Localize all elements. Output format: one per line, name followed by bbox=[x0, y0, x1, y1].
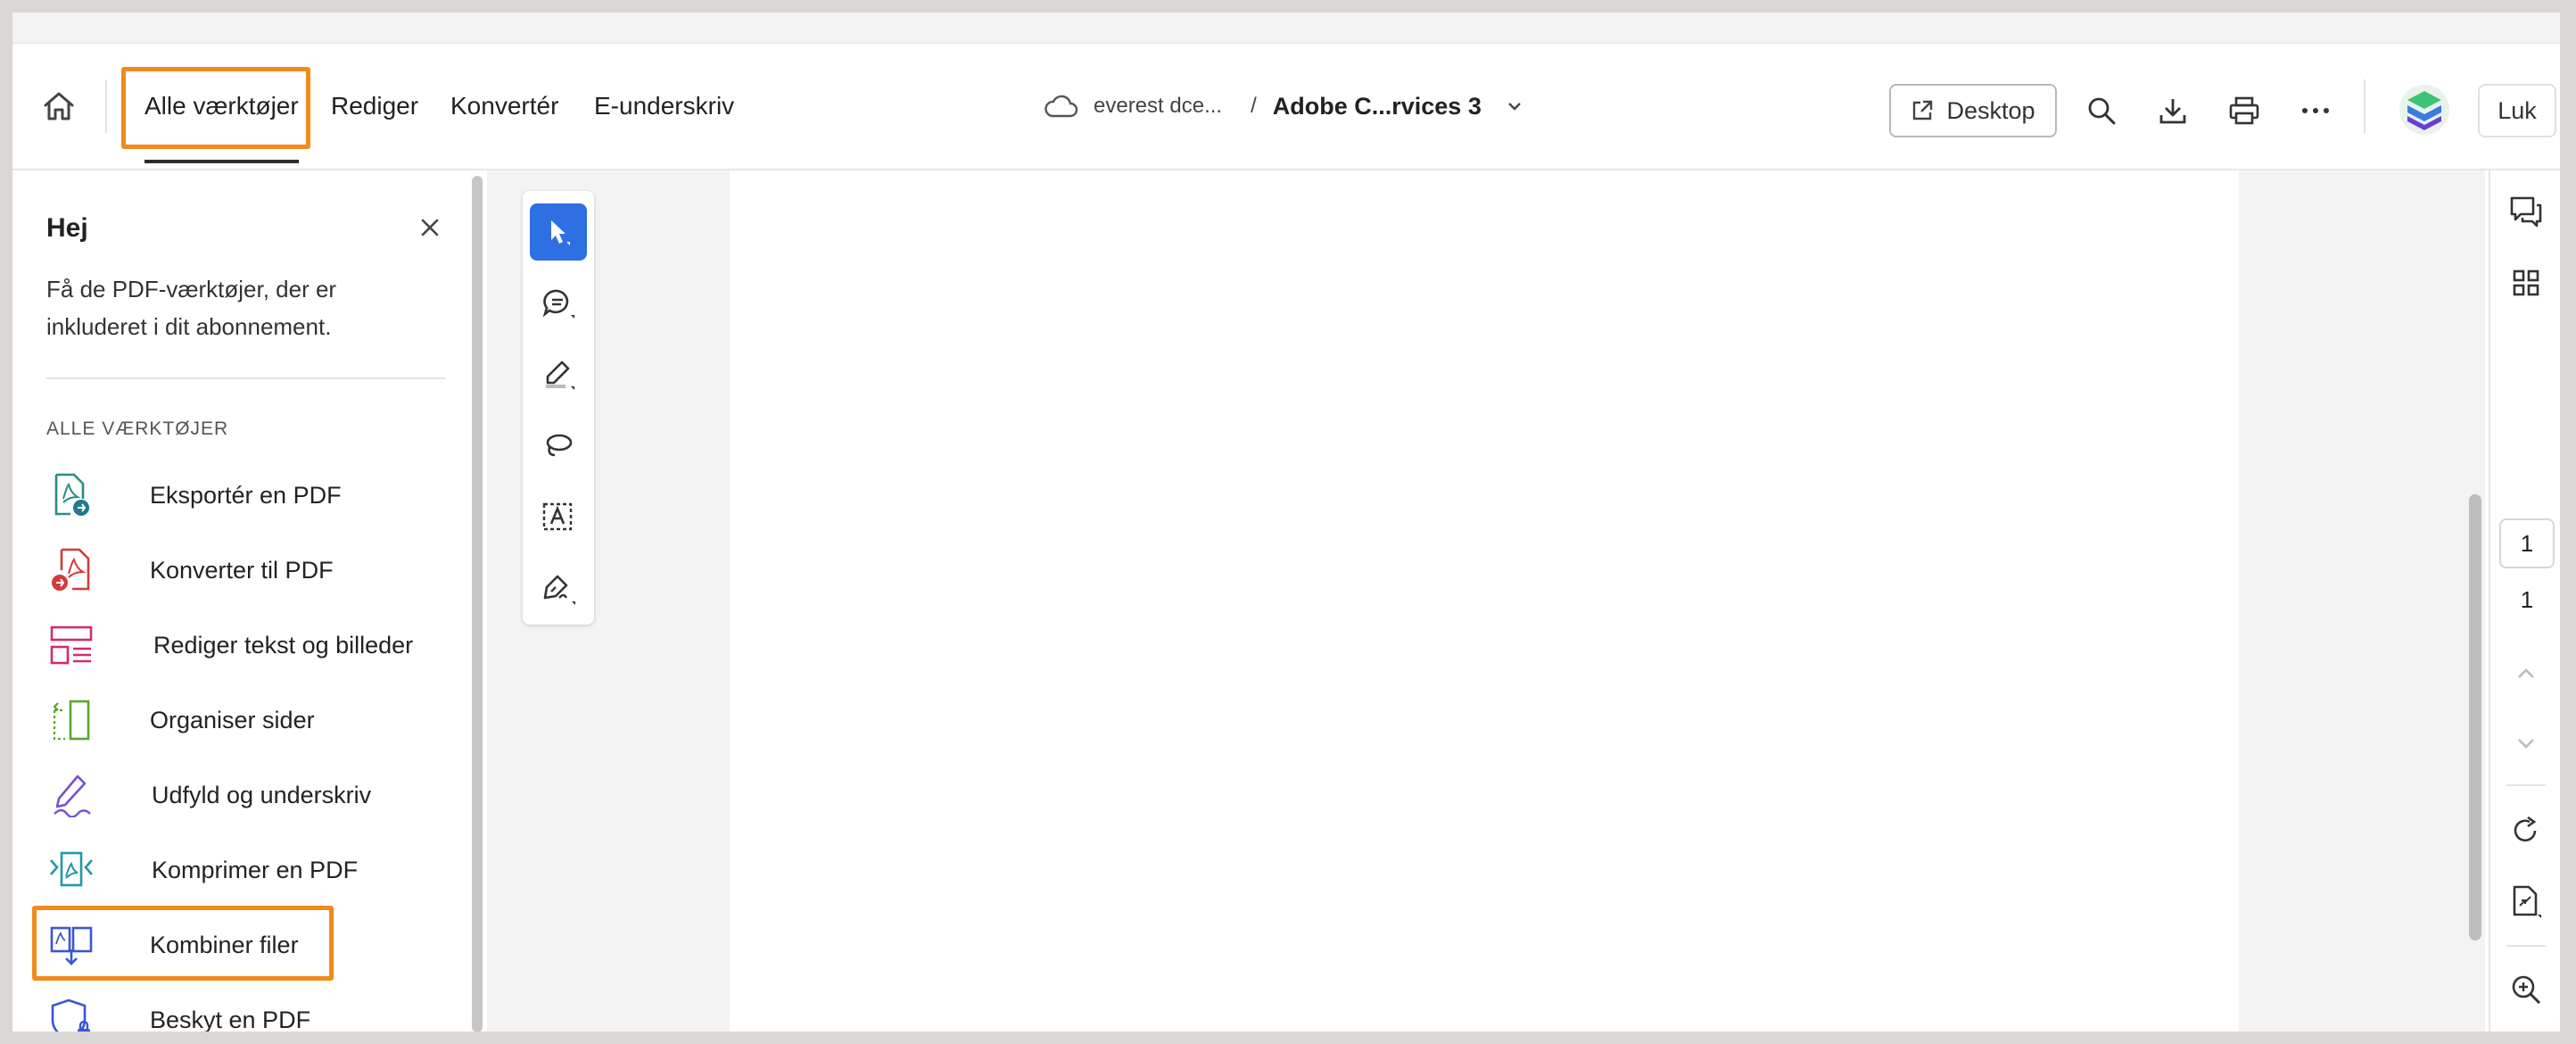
total-pages: 1 bbox=[2520, 586, 2534, 613]
comments-icon bbox=[2510, 196, 2542, 228]
text-box-icon bbox=[542, 502, 573, 531]
chevron-down-icon bbox=[2518, 739, 2534, 749]
panel-description: Få de PDF-værktøjer, der er inkluderet i… bbox=[46, 276, 337, 340]
user-avatar[interactable] bbox=[2398, 83, 2451, 137]
comment-tool-button[interactable] bbox=[530, 275, 587, 332]
panel-close-button[interactable] bbox=[405, 203, 455, 253]
acrobat-web-window: Alle værktøjer Rediger Konvertér E-under… bbox=[12, 12, 2560, 1032]
panel-scrollbar-thumb[interactable] bbox=[472, 176, 483, 1032]
current-page-input[interactable]: 1 bbox=[2499, 518, 2555, 568]
divider bbox=[2364, 79, 2365, 133]
sign-tool-button[interactable] bbox=[530, 560, 587, 617]
tool-protect-pdf[interactable]: Beskyt en PDF bbox=[45, 988, 455, 1032]
edit-text-images-icon bbox=[45, 618, 98, 672]
tool-edit-text-images[interactable]: Rediger tekst og billeder bbox=[45, 613, 455, 677]
next-page-button[interactable] bbox=[2503, 720, 2549, 766]
browser-strip bbox=[12, 12, 2560, 44]
chevron-down-icon bbox=[1507, 103, 1521, 111]
rotate-icon bbox=[2514, 816, 2537, 842]
grid-icon bbox=[2513, 269, 2539, 296]
tool-convert-to-pdf[interactable]: Konverter til PDF bbox=[45, 538, 455, 602]
highlighter-icon bbox=[546, 360, 574, 390]
tab-all-tools[interactable]: Alle værktøjer bbox=[144, 79, 299, 163]
tool-label: Kombiner filer bbox=[150, 931, 299, 958]
previous-page-button[interactable] bbox=[2503, 650, 2549, 697]
print-icon bbox=[2229, 96, 2259, 125]
avatar-icon bbox=[2399, 85, 2449, 135]
chevron-up-icon bbox=[2518, 668, 2534, 678]
divider bbox=[105, 79, 107, 133]
comments-panel-button[interactable] bbox=[2503, 188, 2549, 235]
page-fit-icon bbox=[2513, 885, 2541, 918]
tool-organize-pages[interactable]: Organiser sider bbox=[45, 688, 455, 752]
convert-to-pdf-icon bbox=[45, 543, 98, 597]
select-tool-button[interactable] bbox=[530, 203, 587, 261]
more-options-button[interactable] bbox=[2291, 86, 2341, 136]
top-toolbar: Alle værktøjer Rediger Konvertér E-under… bbox=[12, 44, 2560, 170]
tool-label: Eksportér en PDF bbox=[150, 481, 342, 509]
more-icon bbox=[2302, 108, 2329, 113]
divider bbox=[2506, 945, 2546, 947]
organize-pages-icon bbox=[45, 693, 98, 747]
tab-edit[interactable]: Rediger bbox=[331, 79, 418, 133]
panel-title: Hej bbox=[46, 213, 88, 243]
tool-combine-files[interactable]: Kombiner filer bbox=[45, 913, 455, 977]
page-fit-button[interactable] bbox=[2503, 879, 2549, 925]
text-box-tool-button[interactable] bbox=[530, 489, 587, 546]
search-button[interactable] bbox=[2076, 86, 2126, 136]
right-rail: 1 1 bbox=[2489, 170, 2560, 1032]
protect-pdf-icon bbox=[45, 993, 98, 1032]
pdf-page[interactable] bbox=[730, 170, 2239, 1032]
breadcrumb-location[interactable]: everest dce... bbox=[1094, 79, 1222, 133]
tools-panel: Hej Få de PDF-værktøjer, der er inkluder… bbox=[12, 170, 466, 1032]
highlight-tool-button[interactable] bbox=[530, 346, 587, 403]
open-in-desktop-label: Desktop bbox=[1946, 96, 2035, 124]
cursor-icon bbox=[551, 220, 570, 245]
divider bbox=[2506, 784, 2546, 786]
breadcrumb-separator: / bbox=[1251, 94, 1257, 118]
section-label: ALLE VÆRKTØJER bbox=[46, 418, 229, 439]
thumbnails-panel-button[interactable] bbox=[2503, 260, 2549, 306]
zoom-in-button[interactable] bbox=[2503, 966, 2549, 1013]
rotate-button[interactable] bbox=[2503, 808, 2549, 854]
download-icon bbox=[2159, 99, 2186, 124]
print-button[interactable] bbox=[2219, 86, 2269, 136]
search-icon bbox=[2088, 97, 2116, 125]
fill-sign-icon bbox=[45, 768, 98, 822]
breadcrumb: everest dce... / Adobe C...rvices 3 bbox=[1044, 79, 1523, 133]
tool-export-pdf[interactable]: Eksportér en PDF bbox=[45, 463, 455, 527]
external-open-icon bbox=[1913, 100, 1933, 120]
document-scrollbar-thumb[interactable] bbox=[2469, 494, 2481, 940]
tool-label: Komprimer en PDF bbox=[152, 856, 359, 883]
divider bbox=[46, 377, 446, 379]
close-icon bbox=[421, 219, 439, 236]
home-icon bbox=[44, 92, 74, 120]
export-pdf-icon bbox=[45, 468, 98, 522]
open-in-desktop-button[interactable]: Desktop bbox=[1889, 84, 2057, 137]
lasso-icon bbox=[546, 434, 573, 457]
zoom-in-icon bbox=[2512, 975, 2541, 1005]
draw-tool-button[interactable] bbox=[530, 418, 587, 475]
quick-tools-toolbar bbox=[523, 191, 594, 625]
tool-label: Udfyld og underskriv bbox=[152, 781, 372, 808]
tool-compress-pdf[interactable]: Komprimer en PDF bbox=[45, 838, 455, 902]
pen-sign-icon bbox=[543, 575, 575, 605]
comment-icon bbox=[542, 289, 574, 319]
tool-label: Organiser sider bbox=[150, 706, 315, 733]
tool-label: Konverter til PDF bbox=[150, 556, 334, 584]
download-button[interactable] bbox=[2148, 86, 2198, 136]
home-button[interactable] bbox=[36, 83, 82, 129]
document-menu-button[interactable] bbox=[1507, 101, 1523, 112]
tab-convert[interactable]: Konvertér bbox=[450, 79, 558, 133]
combine-files-icon bbox=[45, 918, 98, 972]
compress-pdf-icon bbox=[45, 843, 98, 897]
tab-e-sign[interactable]: E-underskriv bbox=[594, 79, 734, 133]
cloud-icon bbox=[1044, 95, 1077, 118]
close-button[interactable]: Luk bbox=[2478, 84, 2556, 137]
tool-label: Beskyt en PDF bbox=[150, 1006, 311, 1032]
document-title: Adobe C...rvices 3 bbox=[1272, 93, 1482, 120]
tool-fill-sign[interactable]: Udfyld og underskriv bbox=[45, 763, 455, 827]
tool-label: Rediger tekst og billeder bbox=[153, 631, 414, 659]
